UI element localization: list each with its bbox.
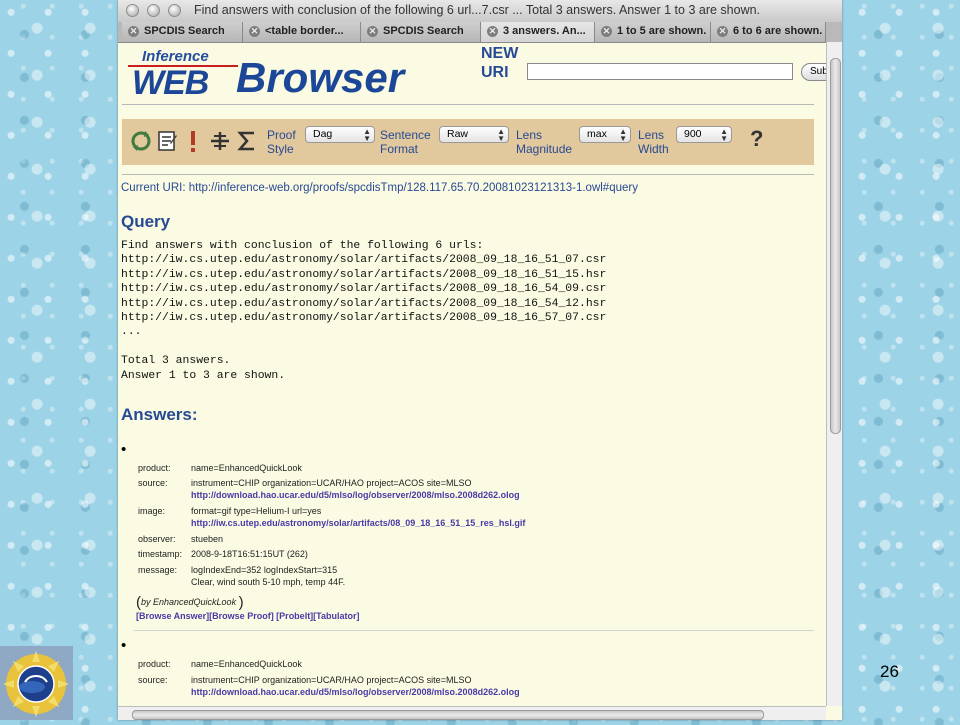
browser-window: Find answers with conclusion of the foll… <box>118 0 842 720</box>
lens-width-select[interactable]: 900 ▲ ▼ <box>676 126 732 143</box>
source-link[interactable]: http://download.hao.ucar.edu/d5/mlso/log… <box>191 687 520 697</box>
tab-label: SPCDIS Search <box>144 25 225 37</box>
query-text: Find answers with conclusion of the foll… <box>121 240 607 382</box>
nsf-seal-icon <box>3 651 69 717</box>
lens-magnitude-label: Lens Magnitude <box>516 128 573 156</box>
close-tab-icon[interactable]: ✕ <box>367 26 378 37</box>
tab-label: <table border... <box>265 25 344 37</box>
tab-label: 1 to 5 are shown. <box>617 25 707 37</box>
answer-bullet: • <box>121 441 127 458</box>
new-uri-label: NEW URI <box>481 44 518 82</box>
tab-label: 6 to 6 are shown. <box>733 25 823 37</box>
slide-page-number: 26 <box>880 662 899 681</box>
logo-web-text: WEB <box>132 64 209 102</box>
timestamp-value: 2008-9-18T16:51:15UT (262) <box>191 549 308 559</box>
tab-3-answers[interactable]: ✕ 3 answers. An... <box>481 22 595 42</box>
image-link[interactable]: http://iw.cs.utep.edu/astronomy/solar/ar… <box>191 518 525 528</box>
inference-web-browser-logo[interactable]: Inference WEB Browser <box>124 44 474 102</box>
product-key: product: <box>138 463 171 473</box>
logo-inference-text: Inference <box>142 48 209 65</box>
refresh-icon[interactable] <box>130 129 152 153</box>
title-bar: Find answers with conclusion of the foll… <box>118 0 842 23</box>
tab-table-border[interactable]: ✕ <table border... <box>243 22 361 42</box>
message-value-2: Clear, wind south 5-10 mph, temp 44F. <box>191 577 346 587</box>
timestamp-key: timestamp: <box>138 549 183 559</box>
new-uri-line2: URI <box>481 64 509 81</box>
tab-1-to-5[interactable]: ✕ 1 to 5 are shown. <box>595 22 711 42</box>
close-window-button[interactable] <box>126 4 139 17</box>
zoom-window-button[interactable] <box>168 4 181 17</box>
window-title: Find answers with conclusion of the foll… <box>194 3 761 17</box>
nsf-logo <box>0 646 73 720</box>
proof-style-select[interactable]: Dag ▲ ▼ <box>305 126 375 143</box>
sentence-format-select[interactable]: Raw ▲ ▼ <box>439 126 509 143</box>
close-tab-icon[interactable]: ✕ <box>717 26 728 37</box>
horizontal-scrollbar[interactable] <box>118 706 826 720</box>
tab-bar: ✕ SPCDIS Search ✕ <table border... ✕ SPC… <box>118 22 842 43</box>
close-tab-icon[interactable]: ✕ <box>487 26 498 37</box>
vertical-scroll-thumb[interactable] <box>830 58 841 434</box>
product-key: product: <box>138 659 171 669</box>
observer-value: stueben <box>191 534 224 544</box>
slide-background <box>0 0 118 720</box>
vertical-scrollbar[interactable] <box>826 42 842 706</box>
tab-spcdis-search-2[interactable]: ✕ SPCDIS Search <box>361 22 481 42</box>
source-key: source: <box>138 478 168 488</box>
lens-magnitude-select[interactable]: max ▲ ▼ <box>579 126 631 143</box>
logo-browser-text: Browser <box>236 54 405 101</box>
source-link[interactable]: http://download.hao.ucar.edu/d5/mlso/log… <box>191 490 520 500</box>
tab-6-to-6[interactable]: ✕ 6 to 6 are shown. <box>711 22 826 42</box>
image-value: format=gif type=Helium-I url=yes <box>191 506 322 516</box>
header-divider <box>122 104 814 105</box>
source-value: instrument=CHIP organization=UCAR/HAO pr… <box>191 675 472 685</box>
select-arrows-icon: ▲ ▼ <box>619 127 627 143</box>
select-arrows-icon: ▲ ▼ <box>720 127 728 143</box>
answer-bullet: • <box>121 637 127 654</box>
answer-divider <box>134 630 814 631</box>
tab-spcdis-search-1[interactable]: ✕ SPCDIS Search <box>122 22 243 42</box>
sentence-format-label: Sentence Format <box>380 128 431 156</box>
new-uri-line1: NEW <box>481 45 519 62</box>
tab-label: 3 answers. An... <box>503 25 586 37</box>
close-tab-icon[interactable]: ✕ <box>249 26 260 37</box>
help-icon[interactable]: ? <box>750 126 763 152</box>
new-uri-input[interactable] <box>527 63 793 80</box>
minimize-window-button[interactable] <box>147 4 160 17</box>
answer-action-links[interactable]: [Browse Answer][Browse Proof] [ProbeIt][… <box>136 611 360 621</box>
horizontal-scroll-thumb[interactable] <box>132 710 764 720</box>
observer-key: observer: <box>138 534 176 544</box>
product-value: name=EnhancedQuickLook <box>191 659 302 669</box>
by-engine-line: (by EnhancedQuickLook ) <box>136 594 244 611</box>
select-arrows-icon: ▲ ▼ <box>363 127 371 143</box>
select-arrows-icon: ▲ ▼ <box>497 127 505 143</box>
answers-heading: Answers: <box>121 405 198 424</box>
toolbar-divider <box>122 174 814 175</box>
source-key: source: <box>138 675 168 685</box>
proof-style-label: Proof Style <box>267 128 296 156</box>
image-key: image: <box>138 506 166 516</box>
exclamation-icon[interactable] <box>186 129 200 153</box>
query-heading: Query <box>121 212 171 231</box>
tab-label: SPCDIS Search <box>383 25 464 37</box>
product-value: name=EnhancedQuickLook <box>191 463 302 473</box>
notes-icon[interactable] <box>156 129 178 153</box>
lens-width-label: Lens Width <box>638 128 669 156</box>
message-key: message: <box>138 565 178 575</box>
options-toolbar: Proof Style Dag ▲ ▼ Sentence Format Raw ▲ ▼ Le… <box>122 119 814 165</box>
source-value: instrument=CHIP organization=UCAR/HAO pr… <box>191 478 472 488</box>
current-uri: Current URI: http://inference-web.org/pr… <box>121 182 638 194</box>
split-icon[interactable] <box>209 129 231 153</box>
sigma-icon[interactable] <box>236 129 258 153</box>
close-tab-icon[interactable]: ✕ <box>128 26 139 37</box>
close-tab-icon[interactable]: ✕ <box>601 26 612 37</box>
message-value-1: logIndexEnd=352 logIndexStart=315 <box>191 565 338 575</box>
